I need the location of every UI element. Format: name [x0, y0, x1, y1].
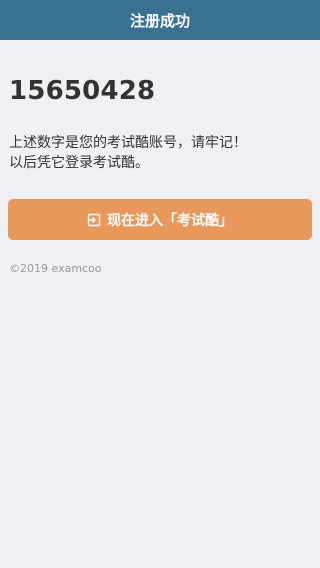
- page-title: 注册成功: [129, 11, 190, 30]
- enter-button-label: 现在进入「考试酷」: [107, 212, 233, 229]
- sign-in-icon: [87, 213, 101, 227]
- enter-examcoo-button[interactable]: 现在进入「考试酷」: [8, 199, 312, 240]
- copyright-text: ©2019 examcoo: [9, 262, 102, 275]
- account-notice: 上述数字是您的考试酷账号，请牢记！ 以后凭它登录考试酷。: [9, 133, 309, 173]
- account-number: 15650428: [9, 76, 156, 106]
- notice-line-2: 以后凭它登录考试酷。: [9, 155, 149, 171]
- notice-line-1: 上述数字是您的考试酷账号，请牢记！: [9, 135, 247, 151]
- page-header: 注册成功: [0, 0, 320, 40]
